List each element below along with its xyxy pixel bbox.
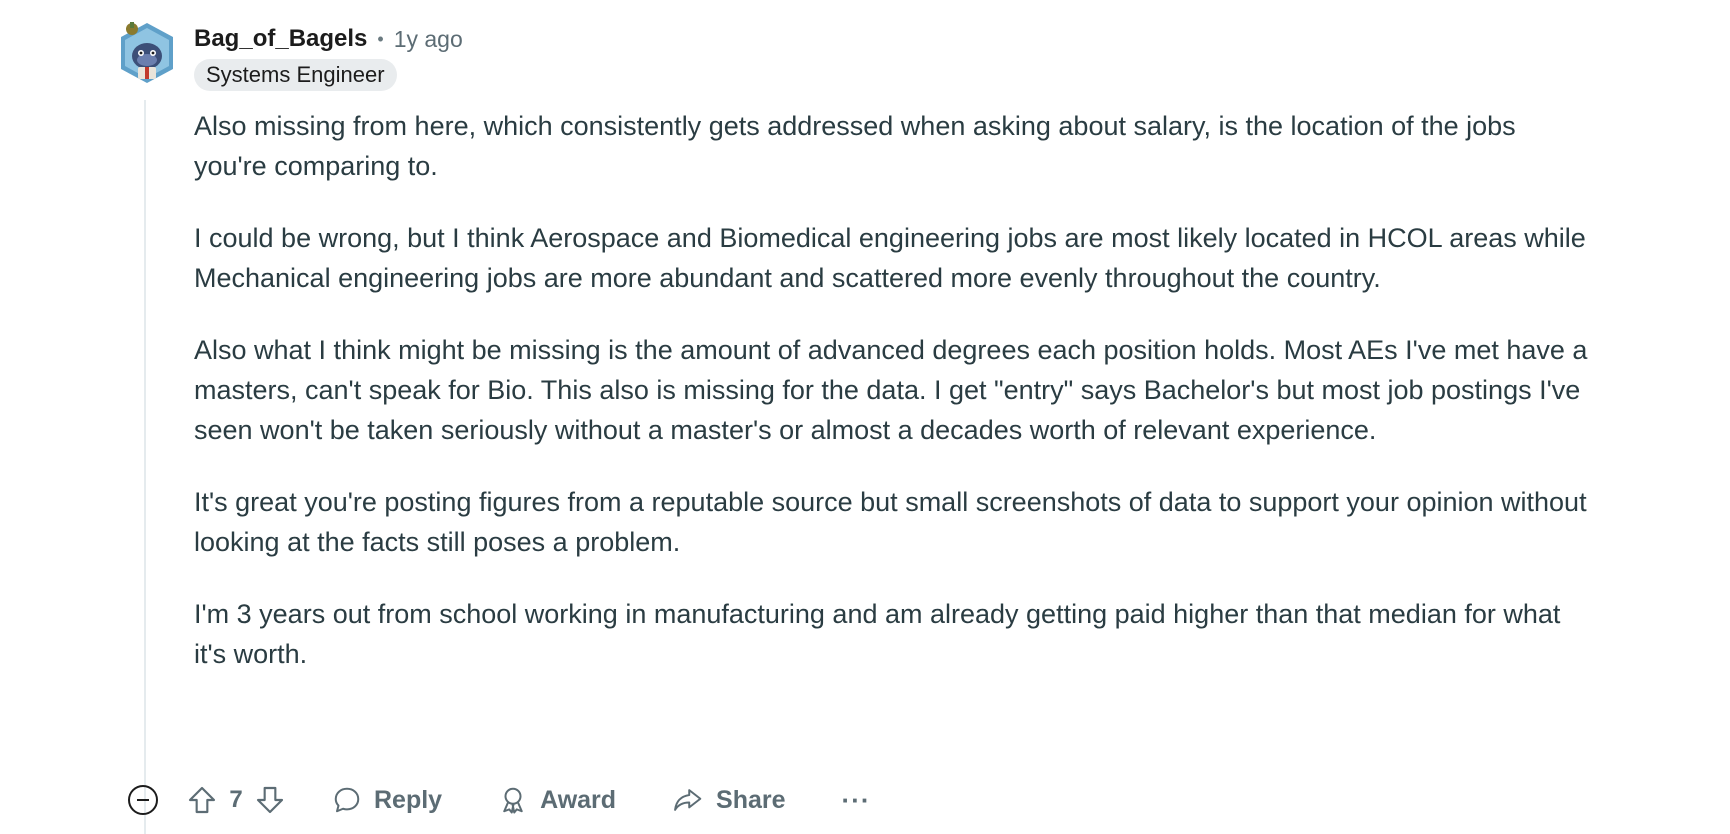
reply-button[interactable]: Reply: [332, 785, 442, 815]
collapse-button[interactable]: [128, 785, 158, 815]
upvote-button[interactable]: [186, 784, 218, 816]
arrow-up-icon: [188, 786, 216, 814]
comment-paragraph: It's great you're posting figures from a…: [194, 487, 1587, 557]
avatar[interactable]: [118, 20, 176, 86]
avatar-image: [121, 22, 173, 83]
share-button[interactable]: Share: [672, 785, 786, 815]
comment-paragraph: I'm 3 years out from school working in m…: [194, 599, 1561, 669]
speech-bubble-icon: [334, 787, 360, 813]
thread-line[interactable]: [144, 100, 146, 834]
comment-paragraph: Also missing from here, which consistent…: [194, 111, 1516, 181]
more-options-button[interactable]: ···: [842, 785, 871, 816]
comment-timestamp[interactable]: 1y ago: [394, 26, 463, 53]
meta-separator: •: [377, 28, 384, 49]
share-label: Share: [716, 785, 786, 814]
downvote-button[interactable]: [254, 784, 286, 816]
user-flair: Systems Engineer: [194, 59, 397, 91]
award-label: Award: [540, 785, 617, 814]
award-button[interactable]: Award: [498, 785, 616, 815]
arrow-down-icon: [256, 786, 284, 814]
comment-action-bar: 7 Reply Award Share ···: [128, 778, 871, 822]
comment-body: Also missing from here, which consistent…: [194, 106, 1594, 706]
author-username[interactable]: Bag_of_Bagels: [194, 25, 367, 53]
minus-circle-icon: [137, 799, 149, 801]
comment-paragraph: I could be wrong, but I think Aerospace …: [194, 223, 1586, 293]
vote-controls: 7: [186, 784, 286, 816]
comment-paragraph: Also what I think might be missing is th…: [194, 335, 1588, 445]
share-arrow-icon: [674, 789, 702, 811]
reply-label: Reply: [374, 785, 443, 814]
comment-header: Bag_of_Bagels • 1y ago: [194, 22, 463, 56]
award-ribbon-icon: [503, 787, 523, 814]
vote-count: 7: [229, 786, 243, 813]
